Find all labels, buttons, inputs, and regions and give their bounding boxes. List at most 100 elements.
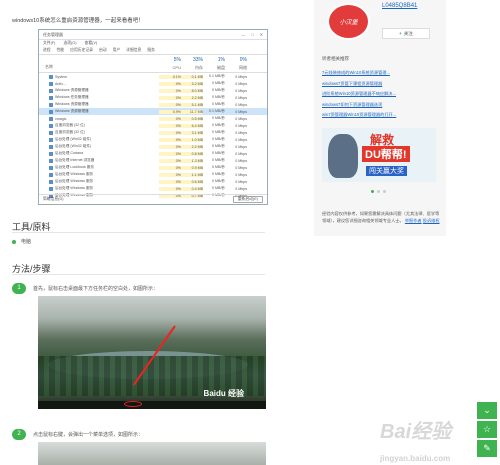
tm-process-row: Windows 任务管理器 0% 2.2 MB 0 MB/秒 0 Mbps — [39, 94, 267, 101]
tm-cell-cpu: 0% — [159, 165, 181, 170]
tm-restart-button: 重新启动(E) — [232, 196, 263, 203]
tm-process-row: System 0.1% 0.1 MB 0.1 MB/秒 0 Mbps — [39, 73, 267, 80]
maximize-icon: □ — [251, 32, 254, 37]
step-1: 1 首先，鼠标右击桌面最下方任务栏的空白处，如图所示： — [12, 283, 158, 294]
tm-column-header: 名称 5% CPU 33% 内存 1% 磁盘 0% 网络 — [39, 55, 267, 73]
tm-cell-mem: 8.0 MB — [181, 88, 203, 93]
related-link[interactable]: 进阶系统Win10资源管理器不响应解决... — [322, 89, 438, 100]
favorite-button[interactable]: ☆ — [477, 421, 497, 438]
carousel-dot[interactable] — [383, 190, 386, 193]
process-icon — [49, 158, 53, 163]
tm-cell-mem: 11.7 MB — [181, 109, 203, 114]
author-name-link[interactable]: L0485Q8B41 — [382, 3, 417, 9]
bullet-icon — [12, 239, 16, 244]
process-icon — [49, 151, 53, 156]
tm-cell-mem: 1.1 MB — [181, 172, 203, 177]
tm-process-row: 百度浏览器 (32 位) 0% 3.1 MB 0 MB/秒 0 Mbps — [39, 129, 267, 136]
tm-cell-cpu: 0% — [159, 130, 181, 135]
promo-banner[interactable]: 解救 DU帮帮! 闯关赢大奖 — [322, 128, 436, 182]
process-icon — [49, 130, 53, 135]
tm-cell-cpu: 0% — [159, 88, 181, 93]
tm-cell-net: 0 Mbps — [235, 109, 247, 114]
mascot-image — [328, 134, 358, 178]
close-icon: ✕ — [259, 32, 263, 37]
tm-col-name: 名称 — [45, 64, 53, 69]
tm-cell-mem: 1.0 MB — [181, 137, 203, 142]
step-2-image[interactable] — [38, 442, 266, 465]
tm-cell-cpu: 0% — [159, 137, 181, 142]
tm-process-row: 后台处理 Cortana 0% 0.8 MB 0 MB/秒 0 Mbps — [39, 150, 267, 157]
tm-cell-disk: 0 MB/秒 — [212, 151, 225, 155]
tm-process-name: System — [39, 74, 159, 79]
tm-cell-cpu: 0% — [159, 172, 181, 177]
tm-cell-disk: 0 MB/秒 — [212, 116, 225, 120]
minimize-icon: — — [241, 32, 246, 37]
process-icon — [49, 74, 53, 79]
step-1-image[interactable]: Baidu 经验 — [38, 296, 266, 409]
photo-watermark: Baidu 经验 — [203, 389, 244, 398]
tm-process-row: Windows 资源管理器 0.9% 11.7 MB 0.1 MB/秒 0 Mbps — [39, 108, 267, 115]
tm-cell-cpu: 0% — [159, 186, 181, 191]
tm-cell-disk: 0 MB/秒 — [212, 95, 225, 99]
tm-cell-cpu: 0% — [159, 144, 181, 149]
tm-cell-net: 0 Mbps — [235, 130, 247, 135]
tm-cell-disk: 0 MB/秒 — [212, 186, 225, 190]
step-text: 点击鼠标右键，会弹出一个菜单选项，如图所示： — [33, 432, 144, 438]
tm-process-row: 后台处理 Windows 服务 0% 1.1 MB 0 MB/秒 0 Mbps — [39, 171, 267, 178]
related-link[interactable]: windows7资管下课程资源管理器 — [322, 79, 438, 90]
related-link[interactable]: win7资管理器Win10资源管理器的打开... — [322, 110, 438, 121]
tm-cell-net: 0 Mbps — [235, 74, 247, 79]
tm-cell-mem: 2.2 MB — [181, 144, 203, 149]
tm-process-name: Windows 资源管理器 — [39, 102, 159, 107]
tm-col-disk: 1% 磁盘 — [217, 57, 225, 70]
share-button[interactable]: ⌄ — [477, 402, 497, 419]
step-number: 1 — [12, 283, 26, 294]
tm-process-name: 后台处理 Windows 服务 — [39, 179, 159, 184]
tm-cell-net: 0 Mbps — [235, 144, 247, 149]
tm-cell-disk: 0 MB/秒 — [212, 137, 225, 141]
process-icon — [49, 137, 53, 142]
tm-cell-mem: 0.8 MB — [181, 151, 203, 156]
report-link[interactable]: 举报作者 — [405, 218, 422, 223]
tm-process-name: 后台处理 Windows 服务 — [39, 186, 159, 191]
tm-titlebar: 任务管理器 — □ ✕ — [39, 30, 267, 40]
tm-cell-cpu: 0% — [159, 179, 181, 184]
related-link[interactable]: 7元钱装修成的Win10系统资源管理... — [322, 68, 438, 79]
avatar[interactable]: 小汉堡 — [327, 3, 370, 40]
tm-tab: 服务 — [147, 48, 155, 52]
tm-cell-cpu: 0% — [159, 116, 181, 121]
tm-cell-net: 0 Mbps — [235, 158, 247, 163]
carousel-dot[interactable] — [377, 190, 380, 193]
tm-cell-mem: 2.2 MB — [181, 95, 203, 100]
tm-cell-disk: 0.1 MB/秒 — [209, 74, 225, 78]
tm-menubar: 文件(F) 选项(O) 查看(V) — [39, 40, 267, 47]
tm-cell-cpu: 0% — [159, 81, 181, 86]
tm-process-row: 后台处理 Lockbook 服务 0% 0.9 MB 0 MB/秒 0 Mbps — [39, 164, 267, 171]
process-icon — [49, 144, 53, 149]
tm-footer: 简略信息(D) 重新启动(E) — [39, 194, 267, 204]
follow-button[interactable]: + 关注 — [382, 28, 430, 39]
tm-cell-net: 0 Mbps — [235, 165, 247, 170]
tm-process-row: Windows 资源管理器 0% 5.1 MB 0 MB/秒 0 Mbps — [39, 101, 267, 108]
tm-cell-disk: 0 MB/秒 — [212, 130, 225, 134]
tm-process-row: 后台处理 Windows 服务 0% 0.6 MB 0 MB/秒 0 Mbps — [39, 178, 267, 185]
tm-cell-mem: 3.1 MB — [181, 130, 203, 135]
carousel-dot[interactable] — [371, 190, 374, 193]
tm-cell-cpu: 0% — [159, 151, 181, 156]
tm-cell-cpu: 0% — [159, 95, 181, 100]
tm-cell-disk: 0 MB/秒 — [212, 81, 225, 85]
tm-fewer-details: 简略信息(D) — [43, 197, 64, 201]
tm-process-name: 后台处理 Cortana — [39, 151, 159, 156]
tm-cell-mem: 6.4 MB — [181, 123, 203, 128]
promo-subtitle: DU帮帮! — [362, 146, 410, 162]
tm-cell-net: 0 Mbps — [235, 151, 247, 156]
tm-menu-view: 查看(V) — [84, 41, 98, 45]
related-link[interactable]: windows7如何下资源管理器选项 — [322, 100, 438, 111]
tm-cell-mem: 3.2 MB — [181, 81, 203, 86]
tm-cell-disk: 0 MB/秒 — [212, 102, 225, 106]
tm-col-mem: 33% 内存 — [192, 57, 203, 70]
related-links: 7元钱装修成的Win10系统资源管理... windows7资管下课程资源管理器… — [322, 68, 438, 121]
process-icon — [49, 165, 53, 170]
complaint-link[interactable]: 投诉维权 — [423, 218, 440, 223]
edit-button[interactable]: ✎ — [477, 440, 497, 457]
